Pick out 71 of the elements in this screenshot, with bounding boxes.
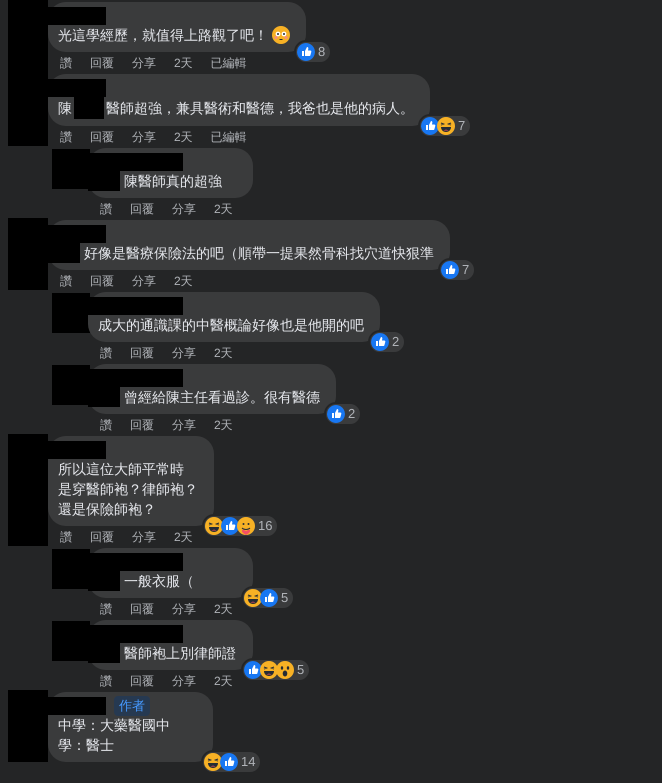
action-link[interactable]: 回覆 xyxy=(130,601,154,617)
action-link[interactable]: 分享 xyxy=(172,673,196,689)
action-link[interactable]: 回覆 xyxy=(130,345,154,361)
comment-text: 陳醫師真的超強 xyxy=(124,172,222,191)
action-link[interactable]: 分享 xyxy=(172,601,196,617)
action-link[interactable]: 讚 xyxy=(100,601,112,617)
comment-text: 一般衣服（ xyxy=(124,572,194,591)
action-link[interactable]: 回覆 xyxy=(130,417,154,433)
action-link[interactable]: 讚 xyxy=(100,417,112,433)
action-link[interactable]: 讚 xyxy=(100,673,112,689)
reaction-summary[interactable]: 2 xyxy=(368,330,406,354)
reaction-count: 16 xyxy=(258,517,272,535)
action-link[interactable]: 分享 xyxy=(172,417,196,433)
comment-text: 醫師袍上別律師證 xyxy=(124,644,236,663)
action-link[interactable]: 回覆 xyxy=(90,273,114,289)
comment-text: 還是保險師袍？ xyxy=(58,500,156,519)
reaction-summary[interactable]: 5 xyxy=(241,586,296,610)
timestamp: 2天 xyxy=(214,417,233,433)
author-badge: 作者 xyxy=(114,696,150,716)
action-link[interactable]: 分享 xyxy=(132,529,156,545)
timestamp: 2天 xyxy=(214,345,233,361)
action-link[interactable]: 分享 xyxy=(132,273,156,289)
timestamp: 2天 xyxy=(174,55,193,71)
reaction-count: 14 xyxy=(241,753,256,771)
action-link[interactable]: 回覆 xyxy=(90,529,114,545)
reaction-summary[interactable]: 7 xyxy=(418,114,472,138)
reaction-summary[interactable]: 2 xyxy=(324,402,362,426)
action-link[interactable]: 回覆 xyxy=(130,673,154,689)
comment-text: 中學：大藥醫國中 xyxy=(58,716,170,735)
edited-label: 已編輯 xyxy=(210,55,247,71)
timestamp: 2天 xyxy=(214,201,233,217)
timestamp: 2天 xyxy=(174,529,193,545)
comment-text: 醫師超強，兼具醫術和醫德，我爸也是他的病人。 xyxy=(106,99,414,118)
action-link[interactable]: 回覆 xyxy=(90,55,114,71)
action-link[interactable]: 回覆 xyxy=(130,201,154,217)
reaction-count: 5 xyxy=(281,589,288,607)
timestamp: 2天 xyxy=(214,601,233,617)
action-link[interactable]: 讚 xyxy=(60,129,72,145)
comment-text: 陳 xyxy=(58,99,72,118)
action-link[interactable]: 讚 xyxy=(100,201,112,217)
timestamp: 2天 xyxy=(174,129,193,145)
reaction-summary[interactable]: 16 xyxy=(202,514,280,538)
comment-text: 學：醫士 xyxy=(58,736,114,755)
action-link[interactable]: 分享 xyxy=(172,201,196,217)
action-link[interactable]: 分享 xyxy=(132,55,156,71)
comment-text: 是穿醫師袍？律師袍？ xyxy=(58,480,198,499)
action-link[interactable]: 回覆 xyxy=(90,129,114,145)
reaction-count: 2 xyxy=(392,333,400,351)
action-link[interactable]: 讚 xyxy=(60,55,72,71)
reaction-count: 5 xyxy=(297,661,304,679)
reaction-count: 7 xyxy=(462,261,470,279)
reaction-summary[interactable]: 5 xyxy=(241,658,312,682)
timestamp: 2天 xyxy=(214,673,233,689)
action-link[interactable]: 讚 xyxy=(60,273,72,289)
comment-text: 所以這位大師平常時 xyxy=(58,460,184,479)
comment-text: 好像是醫療保險法的吧（順帶一提果然骨科找穴道快狠準 xyxy=(84,244,434,263)
action-link[interactable]: 讚 xyxy=(60,529,72,545)
comment-text: 光這學經歷，就值得上路觀了吧！ xyxy=(58,26,268,45)
reaction-count: 7 xyxy=(458,117,466,135)
reaction-summary[interactable]: 7 xyxy=(438,258,476,282)
reaction-summary[interactable]: 8 xyxy=(294,40,332,64)
timestamp: 2天 xyxy=(174,273,193,289)
action-link[interactable]: 分享 xyxy=(172,345,196,361)
comment-text: 成大的通識課的中醫概論好像也是他開的吧 xyxy=(98,316,364,335)
reaction-count: 2 xyxy=(348,405,356,423)
comment-text: 曾經給陳主任看過診。很有醫德 xyxy=(124,388,320,407)
edited-label: 已編輯 xyxy=(210,129,247,145)
action-link[interactable]: 讚 xyxy=(100,345,112,361)
action-link[interactable]: 分享 xyxy=(132,129,156,145)
reaction-summary[interactable]: 14 xyxy=(201,750,262,774)
reaction-count: 8 xyxy=(318,43,326,61)
